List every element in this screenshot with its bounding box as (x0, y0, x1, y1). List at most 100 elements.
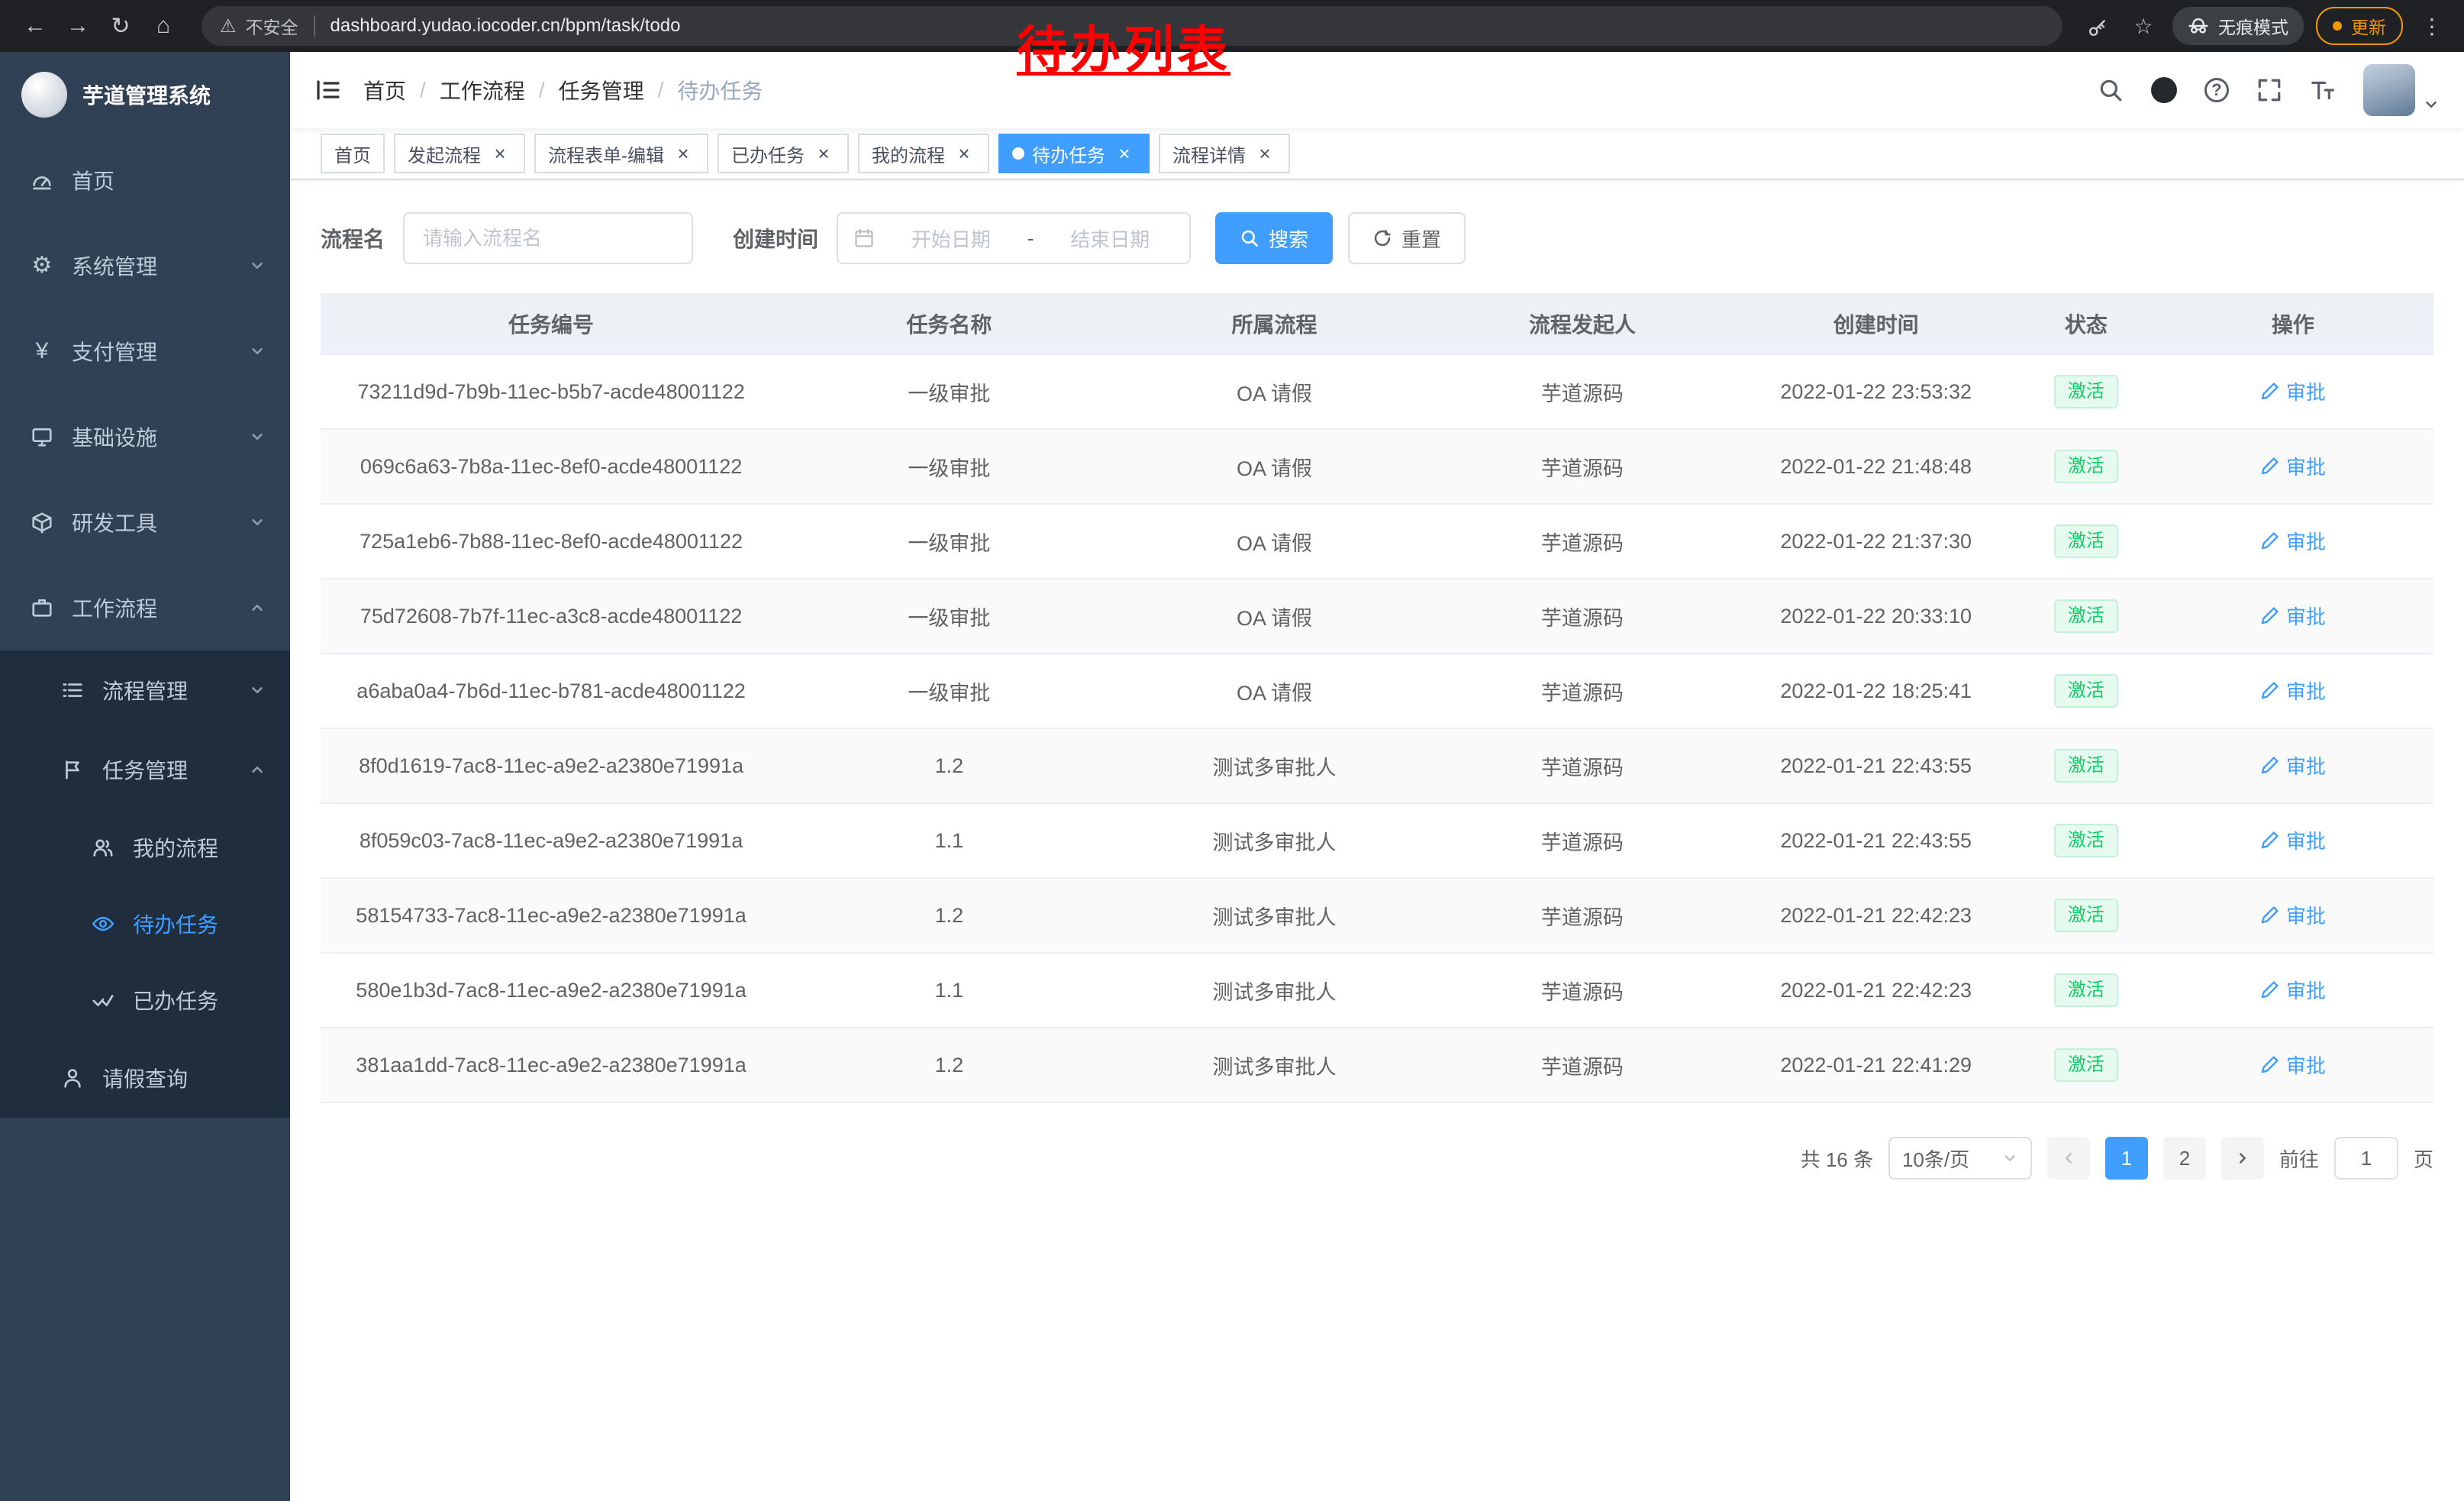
breadcrumb-item-workflow[interactable]: 工作流程 (440, 75, 525, 105)
cell-process: OA 请假 (1117, 354, 1433, 429)
approve-link[interactable]: 审批 (2260, 901, 2326, 929)
back-button[interactable]: ← (15, 6, 55, 46)
close-icon[interactable]: × (1113, 142, 1136, 165)
sidebar-item-done-tasks[interactable]: 已办任务 (0, 962, 290, 1038)
edit-icon (2260, 980, 2280, 999)
sidebar-item-task-mgmt[interactable]: 任务管理 (0, 730, 290, 809)
date-range-picker[interactable]: 开始日期 - 结束日期 (837, 212, 1191, 264)
tab-my-process[interactable]: 我的流程 × (858, 134, 989, 173)
tab-done-tasks[interactable]: 已办任务 × (718, 134, 849, 173)
update-button[interactable]: 更新 (2316, 7, 2403, 45)
next-page-button[interactable] (2221, 1137, 2264, 1180)
goto-page-input[interactable] (2334, 1137, 2398, 1180)
sidebar-item-leave-query[interactable]: 请假查询 (0, 1038, 290, 1118)
cell-created: 2022-01-21 22:41:29 (1732, 1028, 2020, 1102)
table-row[interactable]: 58154733-7ac8-11ec-a9e2-a2380e71991a 1.2… (321, 878, 2433, 953)
help-icon[interactable]: ? (2204, 78, 2229, 102)
close-icon[interactable]: × (953, 142, 976, 165)
cell-created: 2022-01-22 21:48:48 (1732, 429, 2020, 504)
fullscreen-icon[interactable] (2256, 77, 2282, 103)
tab-process-form-edit[interactable]: 流程表单-编辑 × (534, 134, 708, 173)
sidebar-item-process-mgmt[interactable]: 流程管理 (0, 650, 290, 730)
omnibox-separator (314, 15, 315, 37)
security-label: 不安全 (246, 13, 298, 39)
cell-action: 审批 (2153, 728, 2433, 803)
table-row[interactable]: 725a1eb6-7b88-11ec-8ef0-acde48001122 一级审… (321, 504, 2433, 579)
close-icon[interactable]: × (812, 142, 835, 165)
process-name-input[interactable] (403, 212, 693, 264)
sidebar-item-label: 我的流程 (133, 832, 218, 863)
sidebar-item-todo-tasks[interactable]: 待办任务 (0, 886, 290, 962)
sidebar-toggle[interactable] (314, 76, 342, 104)
browser-toolbar-right: ☆ 无痕模式 更新 ⋮ (2081, 7, 2449, 45)
close-icon[interactable]: × (489, 142, 511, 165)
home-button[interactable]: ⌂ (144, 6, 183, 46)
reset-button[interactable]: 重置 (1348, 212, 1466, 264)
sidebar-item-home[interactable]: 首页 (0, 137, 290, 223)
cell-action: 审批 (2153, 878, 2433, 953)
tab-home[interactable]: 首页 (321, 134, 385, 173)
user-avatar[interactable] (2363, 64, 2440, 116)
password-key-icon[interactable] (2081, 14, 2114, 38)
cell-action: 审批 (2153, 803, 2433, 878)
table-row[interactable]: 75d72608-7b7f-11ec-a3c8-acde48001122 一级审… (321, 579, 2433, 654)
edit-icon (2260, 605, 2280, 625)
prev-page-button[interactable] (2047, 1137, 2090, 1180)
edit-icon (2260, 830, 2280, 850)
sidebar-item-payment[interactable]: ¥ 支付管理 (0, 308, 290, 394)
browser-chrome: ← → ↻ ⌂ ⚠ 不安全 dashboard.yudao.iocoder.cn… (0, 0, 2464, 52)
sidebar-item-infrastructure[interactable]: 基础设施 (0, 394, 290, 479)
github-icon[interactable] (2151, 77, 2177, 103)
cell-process: 测试多审批人 (1117, 728, 1433, 803)
bookmark-star-icon[interactable]: ☆ (2127, 14, 2160, 39)
tab-start-process[interactable]: 发起流程 × (394, 134, 525, 173)
cell-status: 激活 (2020, 354, 2153, 429)
active-tab-dot (1012, 147, 1024, 160)
cell-status: 激活 (2020, 579, 2153, 654)
approve-link[interactable]: 审批 (2260, 976, 2326, 1004)
page-size-select[interactable]: 10条/页 (1888, 1137, 2032, 1180)
status-badge: 激活 (2054, 375, 2118, 408)
cell-created: 2022-01-21 22:42:23 (1732, 953, 2020, 1028)
sidebar-item-system[interactable]: ⚙ 系统管理 (0, 223, 290, 308)
breadcrumb-item-home[interactable]: 首页 (363, 75, 406, 105)
page-button-2[interactable]: 2 (2163, 1137, 2206, 1180)
close-icon[interactable]: × (672, 142, 695, 165)
search-icon[interactable] (2098, 77, 2124, 103)
table-row[interactable]: 069c6a63-7b8a-11ec-8ef0-acde48001122 一级审… (321, 429, 2433, 504)
approve-link[interactable]: 审批 (2260, 452, 2326, 480)
breadcrumb-item-task-mgmt[interactable]: 任务管理 (559, 75, 644, 105)
incognito-icon (2188, 15, 2209, 37)
browser-menu-icon[interactable]: ⋮ (2415, 14, 2449, 39)
approve-link[interactable]: 审批 (2260, 602, 2326, 630)
approve-link[interactable]: 审批 (2260, 1051, 2326, 1079)
forward-button[interactable]: → (58, 6, 98, 46)
cell-created: 2022-01-22 20:33:10 (1732, 579, 2020, 654)
tab-process-detail[interactable]: 流程详情 × (1159, 134, 1290, 173)
search-button[interactable]: 搜索 (1215, 212, 1333, 264)
font-size-icon[interactable] (2310, 77, 2336, 103)
status-badge: 激活 (2054, 599, 2118, 633)
chevron-down-icon (2001, 1150, 2018, 1167)
table-row[interactable]: 73211d9d-7b9b-11ec-b5b7-acde48001122 一级审… (321, 354, 2433, 429)
close-icon[interactable]: × (1253, 142, 1276, 165)
column-task-id: 任务编号 (321, 293, 782, 354)
approve-link[interactable]: 审批 (2260, 826, 2326, 854)
approve-link[interactable]: 审批 (2260, 676, 2326, 705)
table-row[interactable]: a6aba0a4-7b6d-11ec-b781-acde48001122 一级审… (321, 654, 2433, 728)
approve-link[interactable]: 审批 (2260, 377, 2326, 405)
table-row[interactable]: 580e1b3d-7ac8-11ec-a9e2-a2380e71991a 1.1… (321, 953, 2433, 1028)
approve-link[interactable]: 审批 (2260, 751, 2326, 780)
table-row[interactable]: 8f059c03-7ac8-11ec-a9e2-a2380e71991a 1.1… (321, 803, 2433, 878)
approve-link[interactable]: 审批 (2260, 527, 2326, 555)
sidebar-item-my-process[interactable]: 我的流程 (0, 809, 290, 886)
sidebar-item-workflow[interactable]: 工作流程 (0, 565, 290, 650)
cell-initiator: 芋道源码 (1432, 579, 1732, 654)
table-row[interactable]: 381aa1dd-7ac8-11ec-a9e2-a2380e71991a 1.2… (321, 1028, 2433, 1102)
tab-todo-tasks[interactable]: 待办任务 × (998, 134, 1150, 173)
page-button-1[interactable]: 1 (2105, 1137, 2148, 1180)
table-row[interactable]: 8f0d1619-7ac8-11ec-a9e2-a2380e71991a 1.2… (321, 728, 2433, 803)
sidebar-item-devtools[interactable]: 研发工具 (0, 479, 290, 565)
cell-initiator: 芋道源码 (1432, 504, 1732, 579)
refresh-button[interactable]: ↻ (101, 6, 140, 46)
